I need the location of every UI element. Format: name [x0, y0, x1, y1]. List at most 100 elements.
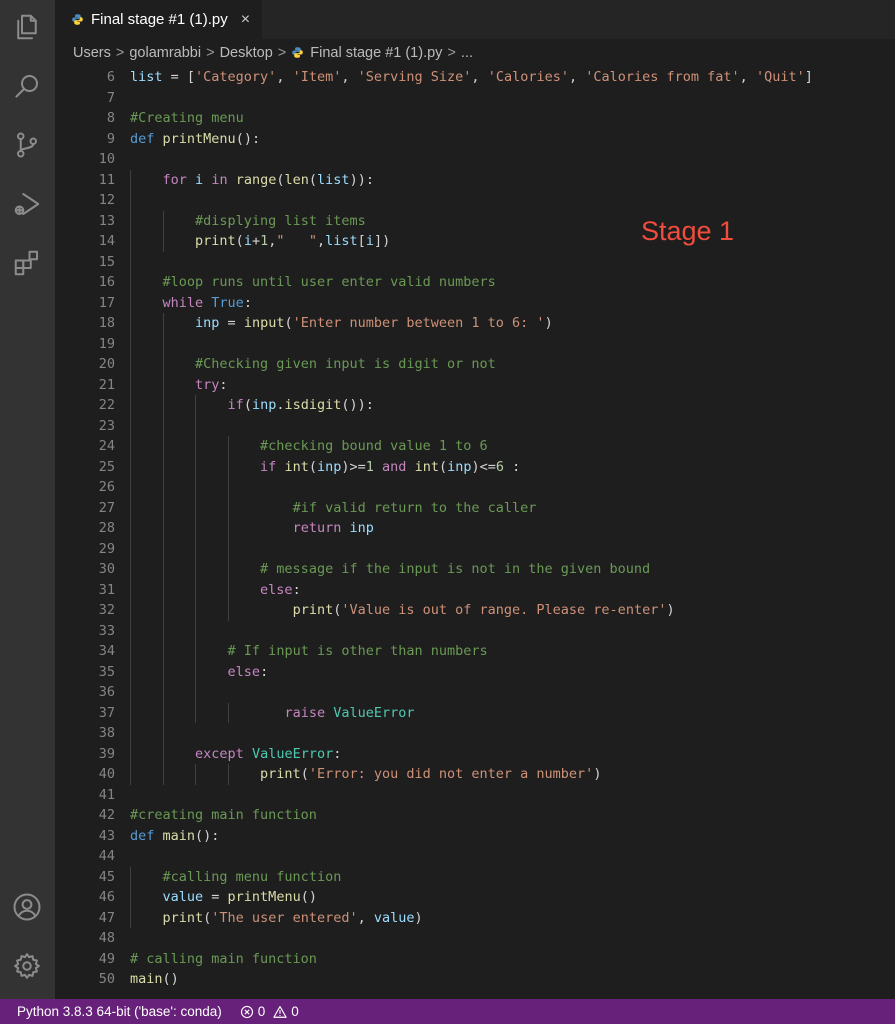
code-line[interactable]: 18 inp = input('Enter number between 1 t… — [55, 313, 895, 334]
line-number[interactable]: 36 — [55, 682, 115, 703]
line-number[interactable]: 20 — [55, 354, 115, 375]
code-line[interactable]: 39 except ValueError: — [55, 744, 895, 765]
code-line[interactable]: 33 — [55, 621, 895, 642]
line-number[interactable]: 22 — [55, 395, 115, 416]
line-number[interactable]: 8 — [55, 108, 115, 129]
line-number[interactable]: 42 — [55, 805, 115, 826]
code-line[interactable]: 12 — [55, 190, 895, 211]
code-line[interactable]: 31 else: — [55, 580, 895, 601]
code-line[interactable]: 48 — [55, 928, 895, 949]
line-number[interactable]: 31 — [55, 580, 115, 601]
breadcrumb-file[interactable]: Final stage #1 (1).py — [291, 45, 442, 61]
line-number[interactable]: 50 — [55, 969, 115, 990]
code-line[interactable]: 32 print('Value is out of range. Please … — [55, 600, 895, 621]
code-line[interactable]: 17 while True: — [55, 293, 895, 314]
code-line[interactable]: 6 list = ['Category', 'Item', 'Serving Si… — [55, 67, 895, 88]
code-line[interactable]: 7 — [55, 88, 895, 109]
line-number[interactable]: 23 — [55, 416, 115, 437]
line-number[interactable]: 11 — [55, 170, 115, 191]
line-number[interactable]: 24 — [55, 436, 115, 457]
code-line[interactable]: 35 else: — [55, 662, 895, 683]
line-number[interactable]: 12 — [55, 190, 115, 211]
code-line[interactable]: 25 if int(inp)>=1 and int(inp)<=6 : — [55, 457, 895, 478]
line-number[interactable]: 19 — [55, 334, 115, 355]
breadcrumb-desktop[interactable]: Desktop — [220, 45, 273, 61]
code-line[interactable]: 38 — [55, 723, 895, 744]
code-line[interactable]: 43 def main(): — [55, 826, 895, 847]
line-number[interactable]: 18 — [55, 313, 115, 334]
files-icon[interactable] — [10, 10, 44, 44]
code-line[interactable]: 40 print('Error: you did not enter a num… — [55, 764, 895, 785]
code-line[interactable]: 24 #checking bound value 1 to 6 — [55, 436, 895, 457]
line-number[interactable]: 6 — [55, 67, 115, 88]
line-number[interactable]: 33 — [55, 621, 115, 642]
line-number[interactable]: 35 — [55, 662, 115, 683]
line-number[interactable]: 32 — [55, 600, 115, 621]
code-line[interactable]: 46 value = printMenu() — [55, 887, 895, 908]
line-number[interactable]: 15 — [55, 252, 115, 273]
search-icon[interactable] — [10, 69, 44, 103]
line-number[interactable]: 27 — [55, 498, 115, 519]
code-line[interactable]: 21 try: — [55, 375, 895, 396]
code-line[interactable]: 37 raise ValueError — [55, 703, 895, 724]
line-number[interactable]: 17 — [55, 293, 115, 314]
tab-final-stage[interactable]: Final stage #1 (1).py × — [55, 0, 262, 39]
code-line[interactable]: 44 — [55, 846, 895, 867]
line-number[interactable]: 38 — [55, 723, 115, 744]
line-number[interactable]: 9 — [55, 129, 115, 150]
line-number[interactable]: 7 — [55, 88, 115, 109]
line-number[interactable]: 40 — [55, 764, 115, 785]
code-line[interactable]: 49 # calling main function — [55, 949, 895, 970]
line-number[interactable]: 44 — [55, 846, 115, 867]
code-line[interactable]: 26 — [55, 477, 895, 498]
problems-status[interactable]: 0 0 — [240, 1004, 299, 1019]
code-line[interactable]: 15 — [55, 252, 895, 273]
code-line[interactable]: 8 #Creating menu — [55, 108, 895, 129]
code-line[interactable]: 19 — [55, 334, 895, 355]
code-line[interactable]: 13 #displying list items — [55, 211, 895, 232]
code-line[interactable]: 30 # message if the input is not in the … — [55, 559, 895, 580]
code-line[interactable]: 28 return inp — [55, 518, 895, 539]
code-line[interactable]: 34 # If input is other than numbers — [55, 641, 895, 662]
line-number[interactable]: 34 — [55, 641, 115, 662]
line-number[interactable]: 30 — [55, 559, 115, 580]
line-number[interactable]: 28 — [55, 518, 115, 539]
code-line[interactable]: 45 #calling menu function — [55, 867, 895, 888]
line-number[interactable]: 39 — [55, 744, 115, 765]
line-number[interactable]: 26 — [55, 477, 115, 498]
python-interpreter-status[interactable]: Python 3.8.3 64-bit ('base': conda) — [17, 1004, 222, 1019]
line-number[interactable]: 47 — [55, 908, 115, 929]
code-line[interactable]: 47 print('The user entered', value) — [55, 908, 895, 929]
line-number[interactable]: 45 — [55, 867, 115, 888]
line-number[interactable]: 14 — [55, 231, 115, 252]
code-line[interactable]: 41 — [55, 785, 895, 806]
code-line[interactable]: 22 if(inp.isdigit()): — [55, 395, 895, 416]
code-line[interactable]: 16 #loop runs until user enter valid num… — [55, 272, 895, 293]
code-line[interactable]: 36 — [55, 682, 895, 703]
code-line[interactable]: 14 print(i+1," ",list[i]) — [55, 231, 895, 252]
line-number[interactable]: 43 — [55, 826, 115, 847]
close-icon[interactable]: × — [241, 11, 250, 29]
code-line[interactable]: 11 for i in range(len(list)): — [55, 170, 895, 191]
run-debug-icon[interactable] — [10, 187, 44, 221]
line-number[interactable]: 25 — [55, 457, 115, 478]
code-editor[interactable]: 6 list = ['Category', 'Item', 'Serving Si… — [55, 66, 895, 999]
code-line[interactable]: 20 #Checking given input is digit or not — [55, 354, 895, 375]
line-number[interactable]: 13 — [55, 211, 115, 232]
settings-gear-icon[interactable] — [10, 949, 44, 983]
line-number[interactable]: 37 — [55, 703, 115, 724]
source-control-icon[interactable] — [10, 128, 44, 162]
code-line[interactable]: 23 — [55, 416, 895, 437]
line-number[interactable]: 41 — [55, 785, 115, 806]
code-line[interactable]: 27 #if valid return to the caller — [55, 498, 895, 519]
code-line[interactable]: 29 — [55, 539, 895, 560]
code-line[interactable]: 9 def printMenu(): — [55, 129, 895, 150]
line-number[interactable]: 16 — [55, 272, 115, 293]
line-number[interactable]: 48 — [55, 928, 115, 949]
line-number[interactable]: 29 — [55, 539, 115, 560]
code-line[interactable]: 42 #creating main function — [55, 805, 895, 826]
extensions-icon[interactable] — [10, 246, 44, 280]
breadcrumb-golamrabbi[interactable]: golamrabbi — [129, 45, 201, 61]
breadcrumb-users[interactable]: Users — [73, 45, 111, 61]
line-number[interactable]: 10 — [55, 149, 115, 170]
